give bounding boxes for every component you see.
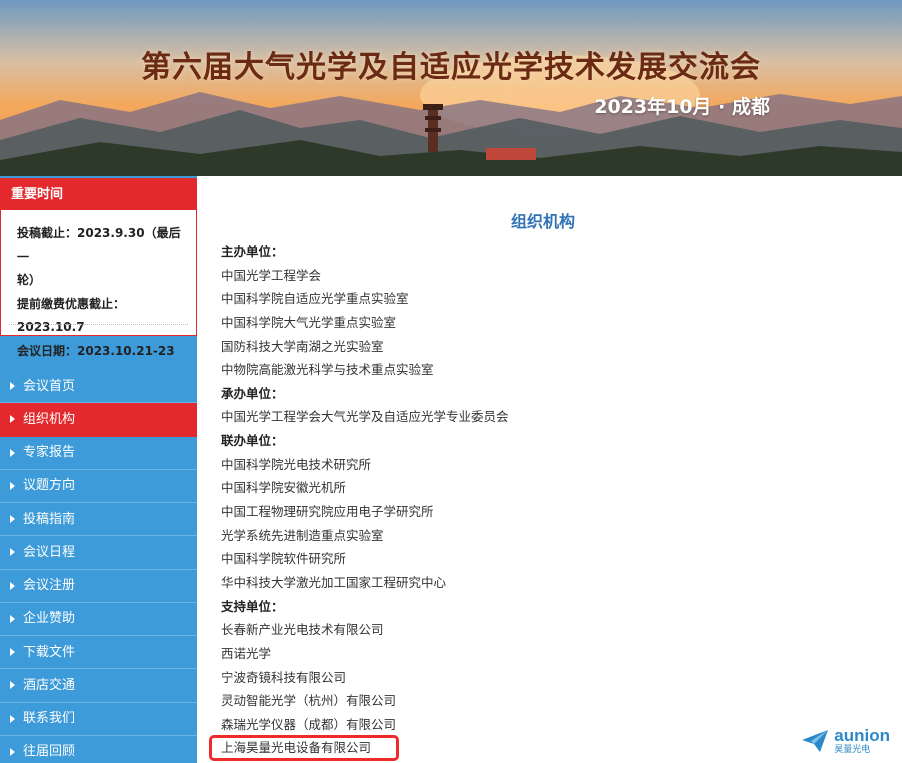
org-item: 灵动智能光学（杭州）有限公司 bbox=[221, 693, 397, 709]
org-item: 国防科技大学南湖之光实验室 bbox=[221, 338, 384, 354]
date-line: 会议日期：2023.10.21-23 bbox=[17, 343, 175, 358]
menu-item-registration[interactable]: 会议注册 bbox=[0, 570, 197, 603]
organization-list: 主办单位： 中国光学工程学会 中国科学院自适应光学重点实验室 中国科学院大气光学… bbox=[209, 240, 509, 762]
org-item: 中国科学院安徽光机所 bbox=[221, 480, 347, 496]
conference-date-location: 2023年10月 · 成都 bbox=[594, 96, 770, 118]
menu-item-label: 联系我们 bbox=[23, 711, 76, 727]
highlight-box bbox=[209, 735, 399, 762]
menu-item-label: 酒店交通 bbox=[23, 677, 76, 693]
watermark-cn: 昊量光电 bbox=[834, 745, 871, 755]
sidebar: 重要时间 投稿截止：2023.9.30（最后一 轮） 提前缴费优惠截止：2023… bbox=[0, 176, 197, 763]
menu-item-downloads[interactable]: 下载文件 bbox=[0, 636, 197, 670]
menu-item-home[interactable]: 会议首页 bbox=[0, 370, 197, 404]
menu-item-organization[interactable]: 组织机构 bbox=[0, 403, 197, 437]
page-title: 组织机构 bbox=[510, 212, 575, 231]
org-item: 中国工程物理研究院应用电子学研究所 bbox=[221, 504, 434, 520]
org-item: 中国科学院软件研究所 bbox=[221, 551, 347, 567]
caret-right-icon bbox=[10, 648, 15, 657]
menu-item-label: 议题方向 bbox=[23, 478, 76, 494]
caret-right-icon bbox=[10, 714, 15, 723]
date-line: 提前缴费优惠截止：2023.10.7 bbox=[17, 296, 126, 335]
caret-right-icon bbox=[10, 448, 15, 457]
org-item: 长春新产业光电技术有限公司 bbox=[221, 622, 384, 638]
date-line: 轮） bbox=[17, 273, 42, 287]
org-item: 中国科学院大气光学重点实验室 bbox=[221, 314, 397, 330]
menu-item-sponsorship[interactable]: 企业赞助 bbox=[0, 603, 197, 636]
menu-item-label: 下载文件 bbox=[23, 644, 76, 660]
section-heading-organizer: 承办单位： bbox=[221, 385, 284, 401]
paper-plane-icon bbox=[802, 730, 829, 752]
important-dates-heading: 重要时间 bbox=[1, 179, 196, 210]
org-item: 中国光学工程学会 bbox=[221, 267, 322, 283]
menu-item-past-events[interactable]: 往届回顾 bbox=[0, 736, 197, 763]
menu-item-hotel-transport[interactable]: 酒店交通 bbox=[0, 669, 197, 703]
org-item: 华中科技大学激光加工国家工程研究中心 bbox=[221, 574, 447, 590]
banner-landscape-image bbox=[0, 0, 902, 176]
sidebar-menu: 会议首页 组织机构 专家报告 议题方向 投稿指南 会议日程 会议注册 企业赞助 … bbox=[0, 370, 197, 763]
org-item: 中国科学院光电技术研究所 bbox=[221, 456, 372, 472]
important-dates-panel: 重要时间 投稿截止：2023.9.30（最后一 轮） 提前缴费优惠截止：2023… bbox=[0, 178, 197, 358]
org-item: 光学系统先进制造重点实验室 bbox=[221, 527, 384, 543]
header-banner: 第六届大气光学及自适应光学技术发展交流会 2023年10月 · 成都 bbox=[0, 0, 902, 176]
org-item-highlighted: 上海昊量光电设备有限公司 bbox=[209, 735, 509, 762]
org-item: 中物院高能激光科学与技术重点实验室 bbox=[221, 362, 434, 378]
menu-item-label: 会议日程 bbox=[23, 544, 76, 560]
menu-item-topics[interactable]: 议题方向 bbox=[0, 470, 197, 503]
watermark-word: aunion bbox=[834, 726, 890, 745]
aunion-watermark: aunion 昊量光电 bbox=[800, 727, 890, 755]
caret-right-icon bbox=[10, 415, 15, 424]
menu-item-label: 往届回顾 bbox=[23, 744, 76, 760]
section-heading-supporter: 支持单位： bbox=[221, 598, 284, 614]
menu-item-label: 会议首页 bbox=[23, 378, 76, 394]
menu-item-submission-guide[interactable]: 投稿指南 bbox=[0, 503, 197, 537]
org-item: 森瑞光学仪器（成都）有限公司 bbox=[221, 716, 397, 732]
section-heading-host: 主办单位： bbox=[221, 244, 284, 259]
menu-item-contact[interactable]: 联系我们 bbox=[0, 703, 197, 736]
section-heading-co-organizer: 联办单位： bbox=[221, 433, 284, 449]
org-item: 中国科学院自适应光学重点实验室 bbox=[221, 291, 409, 307]
menu-item-label: 专家报告 bbox=[23, 445, 76, 461]
caret-right-icon bbox=[10, 382, 15, 391]
conference-title: 第六届大气光学及自适应光学技术发展交流会 bbox=[141, 50, 761, 85]
important-dates-list: 投稿截止：2023.9.30（最后一 轮） 提前缴费优惠截止：2023.10.7… bbox=[1, 210, 196, 363]
caret-right-icon bbox=[10, 747, 15, 756]
caret-right-icon bbox=[10, 548, 15, 557]
dotted-divider bbox=[9, 324, 188, 325]
menu-item-label: 企业赞助 bbox=[23, 611, 76, 627]
caret-right-icon bbox=[10, 481, 15, 490]
menu-item-schedule[interactable]: 会议日程 bbox=[0, 536, 197, 570]
caret-right-icon bbox=[10, 681, 15, 690]
menu-item-label: 会议注册 bbox=[23, 578, 76, 594]
menu-item-label: 投稿指南 bbox=[23, 511, 76, 527]
caret-right-icon bbox=[10, 614, 15, 623]
caret-right-icon bbox=[10, 581, 15, 590]
org-item: 中国光学工程学会大气光学及自适应光学专业委员会 bbox=[221, 409, 509, 425]
menu-item-expert-reports[interactable]: 专家报告 bbox=[0, 437, 197, 470]
org-item: 宁波奇镜科技有限公司 bbox=[221, 669, 347, 685]
date-line: 投稿截止：2023.9.30（最后一 bbox=[17, 226, 181, 264]
main-content: 组织机构 主办单位： 中国光学工程学会 中国科学院自适应光学重点实验室 中国科学… bbox=[197, 176, 902, 763]
org-item: 西诺光学 bbox=[221, 645, 272, 661]
menu-item-label: 组织机构 bbox=[23, 411, 76, 427]
caret-right-icon bbox=[10, 515, 15, 524]
